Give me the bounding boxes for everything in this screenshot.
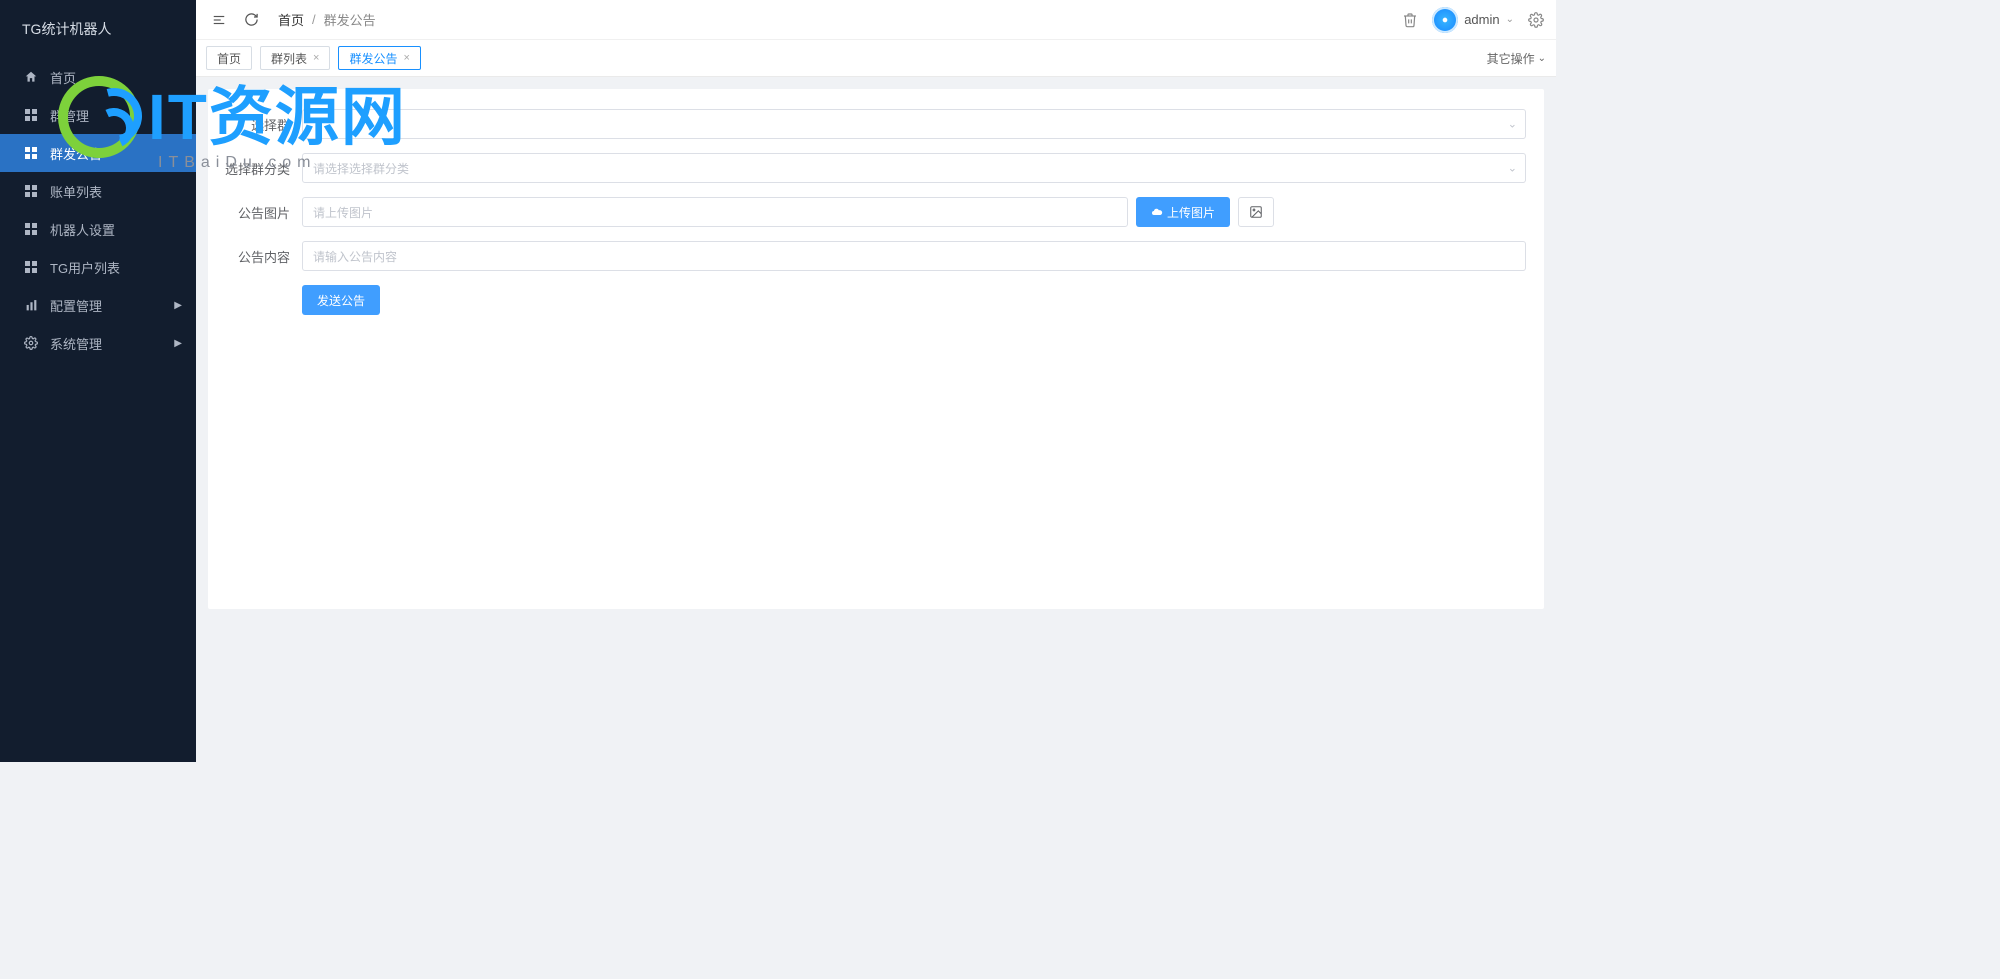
chevron-right-icon: ▶ bbox=[174, 338, 182, 349]
sidebar-item-label: 机器人设置 bbox=[50, 220, 115, 239]
chevron-down-icon: ⌄ bbox=[1506, 14, 1514, 25]
username-label: admin bbox=[1464, 12, 1499, 27]
tab-label: 群发公告 bbox=[349, 50, 397, 67]
sidebar-item-billing[interactable]: 账单列表 bbox=[0, 172, 196, 210]
select-group-category[interactable]: 请选择选择群分类 ⌄ bbox=[302, 153, 1526, 183]
grid-icon bbox=[22, 185, 40, 197]
form-label: 公告内容 bbox=[208, 247, 302, 266]
tabs-more-button[interactable]: 其它操作 ⌄ bbox=[1487, 50, 1546, 67]
chevron-down-icon: ⌄ bbox=[1508, 118, 1517, 131]
tab-label: 群列表 bbox=[271, 50, 307, 67]
select-placeholder: 请选择选择群分类 bbox=[313, 160, 409, 177]
settings-icon[interactable] bbox=[1528, 12, 1544, 28]
sidebar-item-broadcast[interactable]: 群发公告 bbox=[0, 134, 196, 172]
submit-label: 发送公告 bbox=[317, 292, 365, 309]
sidebar-item-robot[interactable]: 机器人设置 bbox=[0, 210, 196, 248]
chevron-right-icon: ▶ bbox=[174, 300, 182, 311]
grid-icon bbox=[22, 223, 40, 235]
brand-title: TG统计机器人 bbox=[0, 0, 196, 58]
tab-broadcast[interactable]: 群发公告 × bbox=[338, 46, 420, 70]
form-label: 选择群 bbox=[208, 115, 302, 134]
sidebar-item-label: 系统管理 bbox=[50, 334, 102, 353]
main-area: 首页 / 群发公告 admin ⌄ 首页 群列表 bbox=[196, 0, 1556, 762]
breadcrumb: 首页 / 群发公告 bbox=[278, 10, 376, 29]
image-icon bbox=[1249, 205, 1263, 219]
form-row-select-category: 选择群分类 请选择选择群分类 ⌄ bbox=[208, 153, 1526, 183]
grid-icon bbox=[22, 109, 40, 121]
gear-icon bbox=[22, 336, 40, 350]
breadcrumb-item[interactable]: 首页 bbox=[278, 10, 304, 29]
refresh-button[interactable] bbox=[240, 9, 262, 31]
trash-icon[interactable] bbox=[1402, 12, 1418, 28]
sidebar-item-label: 群管理 bbox=[50, 106, 89, 125]
sidebar-item-label: TG用户列表 bbox=[50, 258, 120, 277]
upload-button-label: 上传图片 bbox=[1167, 204, 1215, 221]
send-announcement-button[interactable]: 发送公告 bbox=[302, 285, 380, 315]
sidebar-item-groups[interactable]: 群管理 bbox=[0, 96, 196, 134]
upload-image-button[interactable]: 上传图片 bbox=[1136, 197, 1230, 227]
page-tabs: 首页 群列表 × 群发公告 × 其它操作 ⌄ bbox=[196, 40, 1556, 77]
sidebar-item-system[interactable]: 系统管理 ▶ bbox=[0, 324, 196, 362]
tabs-more-label: 其它操作 bbox=[1487, 50, 1535, 67]
breadcrumb-separator: / bbox=[312, 12, 316, 27]
sidebar-item-label: 账单列表 bbox=[50, 182, 102, 201]
image-preview-button[interactable] bbox=[1238, 197, 1274, 227]
sidebar-item-label: 群发公告 bbox=[50, 144, 102, 163]
input-placeholder: 请上传图片 bbox=[313, 204, 373, 221]
avatar bbox=[1432, 7, 1458, 33]
grid-icon bbox=[22, 261, 40, 273]
sidebar: TG统计机器人 首页 群管理 群发公告 账单列表 机器人设置 TG用户 bbox=[0, 0, 196, 762]
form-label: 公告图片 bbox=[208, 203, 302, 222]
chevron-down-icon: ⌄ bbox=[1538, 53, 1546, 64]
tab-home[interactable]: 首页 bbox=[206, 46, 252, 70]
input-placeholder: 请输入公告内容 bbox=[313, 248, 397, 265]
collapse-sidebar-button[interactable] bbox=[208, 9, 230, 31]
sidebar-item-label: 首页 bbox=[50, 68, 76, 87]
user-menu[interactable]: admin ⌄ bbox=[1432, 7, 1514, 33]
grid-icon bbox=[22, 147, 40, 159]
form-submit-row: 发送公告 bbox=[208, 285, 1526, 315]
announcement-content-input[interactable]: 请输入公告内容 bbox=[302, 241, 1526, 271]
image-path-input[interactable]: 请上传图片 bbox=[302, 197, 1128, 227]
tab-group-list[interactable]: 群列表 × bbox=[260, 46, 330, 70]
sidebar-item-home[interactable]: 首页 bbox=[0, 58, 196, 96]
sidebar-item-config[interactable]: 配置管理 ▶ bbox=[0, 286, 196, 324]
sidebar-item-tg-users[interactable]: TG用户列表 bbox=[0, 248, 196, 286]
close-icon[interactable]: × bbox=[313, 52, 319, 64]
sidebar-item-label: 配置管理 bbox=[50, 296, 102, 315]
form-row-image: 公告图片 请上传图片 上传图片 bbox=[208, 197, 1526, 227]
topbar: 首页 / 群发公告 admin ⌄ bbox=[196, 0, 1556, 40]
select-group[interactable]: ⌄ bbox=[302, 109, 1526, 139]
form-label: 选择群分类 bbox=[208, 159, 302, 178]
content-panel: 选择群 ⌄ 选择群分类 请选择选择群分类 ⌄ 公告图片 请上传图片 bbox=[208, 89, 1544, 609]
close-icon[interactable]: × bbox=[403, 52, 409, 64]
chevron-down-icon: ⌄ bbox=[1508, 162, 1517, 175]
form-row-select-group: 选择群 ⌄ bbox=[208, 109, 1526, 139]
bars-icon bbox=[22, 299, 40, 312]
cloud-upload-icon bbox=[1151, 206, 1163, 218]
form-row-content: 公告内容 请输入公告内容 bbox=[208, 241, 1526, 271]
home-icon bbox=[22, 70, 40, 84]
tab-label: 首页 bbox=[217, 50, 241, 67]
breadcrumb-item: 群发公告 bbox=[324, 10, 376, 29]
